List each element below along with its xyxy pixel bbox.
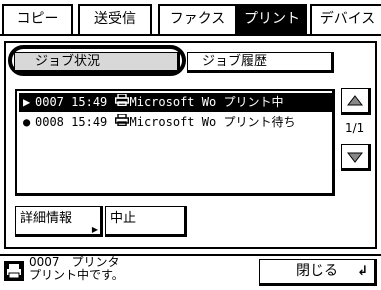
submenu-arrow-icon: ▶	[91, 225, 98, 234]
printer-icon	[4, 261, 24, 281]
cancel-label: 中止	[110, 211, 137, 226]
scroll-up-button[interactable]	[341, 88, 371, 115]
details-label: 詳細情報	[20, 211, 73, 226]
job-status: プリント待ち	[223, 115, 296, 129]
enter-key-icon: ↲	[357, 264, 368, 279]
printer-icon	[114, 113, 130, 132]
tab-job-status[interactable]: ジョブ状況	[14, 52, 180, 73]
scroll-down-button[interactable]	[341, 144, 371, 171]
cancel-button[interactable]: 中止	[105, 206, 187, 237]
job-number: 0008	[35, 115, 64, 129]
tab-job-history[interactable]: ジョブ履歴	[187, 52, 334, 73]
details-button[interactable]: 詳細情報 ▶	[15, 206, 103, 237]
tab-bar: コピー 送受信 ファクス プリント デバイス	[0, 0, 381, 36]
job-document: Microsoft Wo	[129, 115, 217, 129]
tab-print[interactable]: プリント	[237, 4, 307, 34]
tab-divider	[0, 34, 381, 36]
play-icon: ▶	[23, 95, 31, 109]
triangle-down-icon	[347, 152, 363, 163]
printer-icon	[114, 93, 130, 112]
job-time: 15:49	[71, 115, 108, 129]
tab-device[interactable]: デバイス	[310, 4, 381, 34]
tab-send-receive[interactable]: 送受信	[78, 4, 152, 34]
job-document: Microsoft Wo	[129, 95, 217, 109]
close-button[interactable]: 閉じる ↲	[259, 259, 377, 286]
job-time: 15:49	[71, 95, 108, 109]
tab-copy[interactable]: コピー	[2, 4, 73, 34]
job-list[interactable]: ▶ 0007 15:49 Microsoft Wo プリント中 ● 0008 15:…	[15, 89, 335, 196]
status-line-2: プリント中です。	[29, 268, 124, 282]
waiting-dot-icon: ●	[23, 115, 31, 129]
job-number: 0007	[35, 95, 64, 109]
triangle-up-icon	[347, 95, 363, 106]
list-item[interactable]: ▶ 0007 15:49 Microsoft Wo プリント中	[19, 93, 332, 112]
page-indicator: 1/1	[345, 121, 365, 135]
list-item[interactable]: ● 0008 15:49 Microsoft Wo プリント待ち	[19, 113, 332, 132]
job-status: プリント中	[223, 95, 284, 109]
status-message: 0007 プリンタ プリント中です。	[29, 256, 124, 282]
close-label: 閉じる	[296, 263, 338, 279]
tab-fax[interactable]: ファクス	[158, 4, 237, 34]
